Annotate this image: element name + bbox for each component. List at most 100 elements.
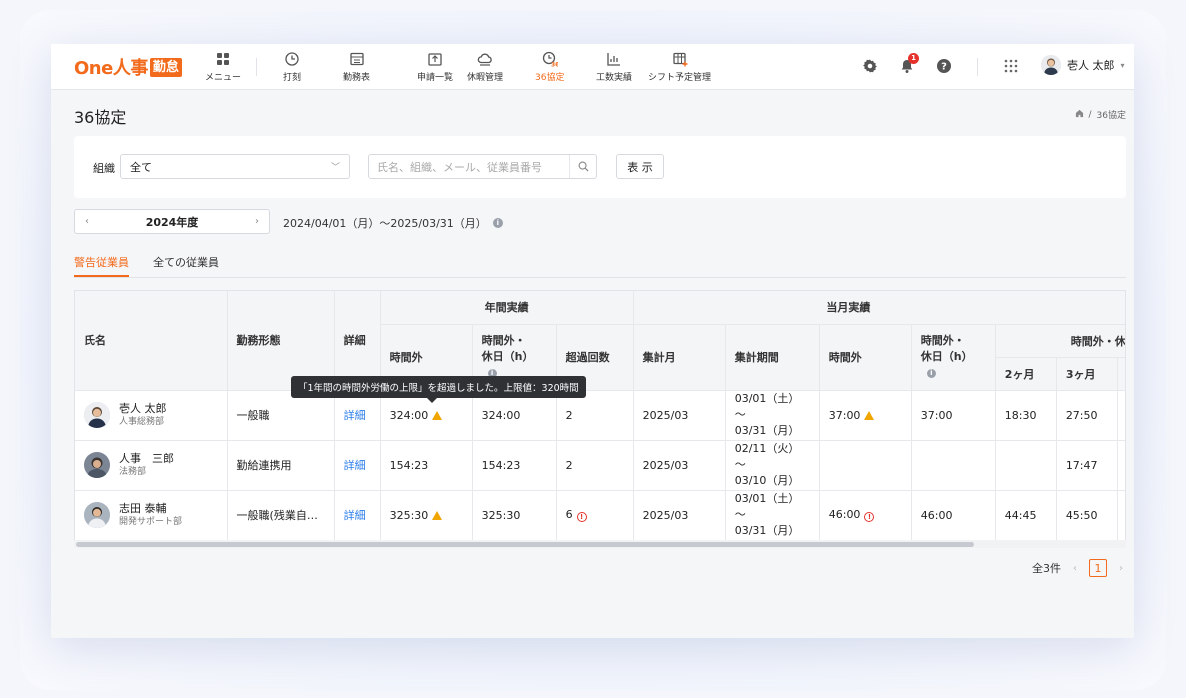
grid-menu-icon: [215, 51, 231, 67]
clock-stamp-icon: [284, 51, 300, 67]
employee-dept: 法務部: [119, 467, 147, 477]
warning-icon[interactable]: [864, 410, 875, 420]
prev-page-button[interactable]: ‹: [1073, 563, 1077, 574]
logo-text: One人事: [74, 58, 148, 79]
breadcrumb-current: 36協定: [1096, 111, 1126, 121]
request-list-icon: [427, 51, 443, 67]
search-input[interactable]: 氏名、組織、メール、従業員番号: [368, 154, 597, 179]
cell-2-month: 44:45: [995, 490, 1057, 540]
cell-monthly-overtime: [819, 440, 912, 491]
nav-leave[interactable]: 休暇管理: [467, 51, 503, 85]
cell-overtime: 325:30: [380, 490, 473, 540]
detail-link[interactable]: 詳細: [344, 509, 366, 522]
employee-name[interactable]: 志田 泰輔: [119, 502, 182, 516]
next-year-button[interactable]: ›: [255, 216, 259, 227]
monthly-overtime-value: 46:00: [828, 508, 861, 521]
timesheet-icon: [349, 51, 365, 67]
settings-button[interactable]: [860, 56, 880, 76]
cell-3-month: 27:50: [1056, 390, 1118, 441]
period-line: 03/31（月）: [734, 524, 800, 537]
nav-shift[interactable]: シフト予定管理: [648, 51, 711, 85]
detail-link[interactable]: 詳細: [344, 459, 366, 472]
employee-name[interactable]: 壱人 太郎: [119, 402, 167, 416]
notification-button[interactable]: 1: [897, 53, 919, 76]
col-header-agg-month: 集計月: [633, 324, 726, 391]
info-icon[interactable]: i: [492, 218, 503, 228]
nav-36-agreement[interactable]: 36 36協定: [535, 51, 564, 85]
scrollbar-thumb[interactable]: [76, 542, 974, 547]
cell-overtime: 154:23: [380, 440, 473, 491]
user-menu[interactable]: 壱人 太郎 ▾: [1041, 55, 1125, 75]
breadcrumb: / 36協定: [1075, 108, 1126, 121]
overtime-value: 324:00: [389, 408, 429, 422]
app-window: One人事 勤怠 メニュー 打刻 勤務表 申請一覧 休暇管理 36 36協定 工…: [51, 44, 1134, 638]
cell-monthly-overtime-holiday: 46:00: [911, 490, 996, 540]
detail-link[interactable]: 詳細: [344, 409, 366, 422]
monthly-overtime-value: 37:00: [828, 408, 861, 422]
cell-agg-month: 2025/03: [633, 440, 726, 491]
cell-exceed-count: 2: [556, 440, 634, 491]
svg-text:36: 36: [551, 62, 558, 68]
nav-divider: [256, 58, 257, 76]
next-page-button[interactable]: ›: [1119, 563, 1123, 574]
org-label: 組織: [93, 162, 115, 175]
help-button[interactable]: ?: [934, 56, 954, 76]
fiscal-year-value: 2024年度: [145, 215, 199, 229]
alert-circle-icon[interactable]: !: [576, 512, 587, 522]
col-group-monthly: 当月実績: [633, 291, 1125, 325]
nav-label: メニュー: [205, 73, 242, 83]
pagination: 全3件 ‹ 1 ›: [1032, 559, 1123, 577]
org-select[interactable]: 全て ﹀: [120, 154, 350, 179]
employee-avatar: [84, 452, 110, 478]
warning-icon[interactable]: [432, 410, 443, 420]
workload-chart-icon: [606, 51, 622, 67]
col-header-agg-period: 集計期間: [725, 324, 820, 391]
prev-year-button[interactable]: ‹: [85, 216, 89, 227]
search-icon[interactable]: [569, 155, 596, 178]
user-avatar: [1041, 55, 1061, 75]
employee-avatar: [84, 402, 110, 428]
info-icon[interactable]: i: [926, 368, 936, 378]
page-number-current[interactable]: 1: [1089, 559, 1107, 577]
warning-icon[interactable]: [432, 510, 443, 520]
home-icon[interactable]: [1075, 109, 1084, 121]
col-header-3-month: 3ヶ月: [1056, 357, 1118, 391]
app-grid-icon: [1004, 59, 1018, 73]
fiscal-year-picker: ‹ 2024年度 ›: [74, 209, 270, 234]
nav-punch[interactable]: 打刻: [283, 51, 301, 85]
nav-label: シフト予定管理: [648, 73, 712, 83]
alert-circle-icon[interactable]: !: [864, 512, 875, 522]
nav-workload[interactable]: 工数実績: [596, 51, 632, 85]
cell-employee: 人事 三郎 法務部: [75, 440, 228, 491]
show-button[interactable]: 表 示: [616, 154, 664, 179]
cell-employee: 志田 泰輔 開発サポート部: [75, 490, 228, 540]
nav-label: 申請一覧: [417, 73, 454, 83]
nav-requests[interactable]: 申請一覧: [417, 51, 453, 85]
chevron-down-icon: ▾: [1120, 60, 1125, 70]
cell-3-month: 17:47: [1056, 440, 1118, 491]
cell-agg-month: 2025/03: [633, 490, 726, 540]
employee-dept: 人事総務部: [119, 417, 165, 427]
col-header-monthly-overtime-holiday: 時間外・ 休日（h） i: [911, 324, 996, 391]
table-row: 人事 三郎 法務部 勤給連携用 詳細 154:23 154:23 2 2025/…: [75, 440, 1125, 491]
period-line: 03/01（土）～: [734, 392, 800, 421]
col-header-2-month: 2ヶ月: [995, 357, 1057, 391]
col-group-annual: 年間実績: [380, 291, 634, 325]
app-logo[interactable]: One人事 勤怠: [74, 56, 182, 79]
horizontal-scrollbar[interactable]: [74, 540, 1126, 548]
employee-avatar: [84, 502, 110, 528]
col-header-name: 氏名: [75, 291, 228, 391]
agreement-table: 氏名 勤務形態 詳細 年間実績 当月実績 時間外 時間外・ 休日（h） i 超過…: [75, 291, 1125, 540]
employee-name[interactable]: 人事 三郎: [119, 452, 174, 466]
period-line: 03/31（月）: [734, 424, 800, 437]
chevron-down-icon: ﹀: [330, 163, 340, 173]
nav-timesheet[interactable]: 勤務表: [343, 51, 370, 85]
svg-text:?: ?: [941, 62, 947, 73]
tab-all-employees[interactable]: 全ての従業員: [153, 254, 219, 277]
app-launcher-button[interactable]: [1001, 56, 1021, 76]
nav-label: 勤務表: [343, 73, 371, 83]
cell-2-month: [995, 440, 1057, 491]
period-line: 02/11（火）～: [734, 442, 800, 471]
tab-warning-employees[interactable]: 警告従業員: [74, 254, 129, 277]
nav-menu[interactable]: メニュー: [205, 51, 241, 85]
